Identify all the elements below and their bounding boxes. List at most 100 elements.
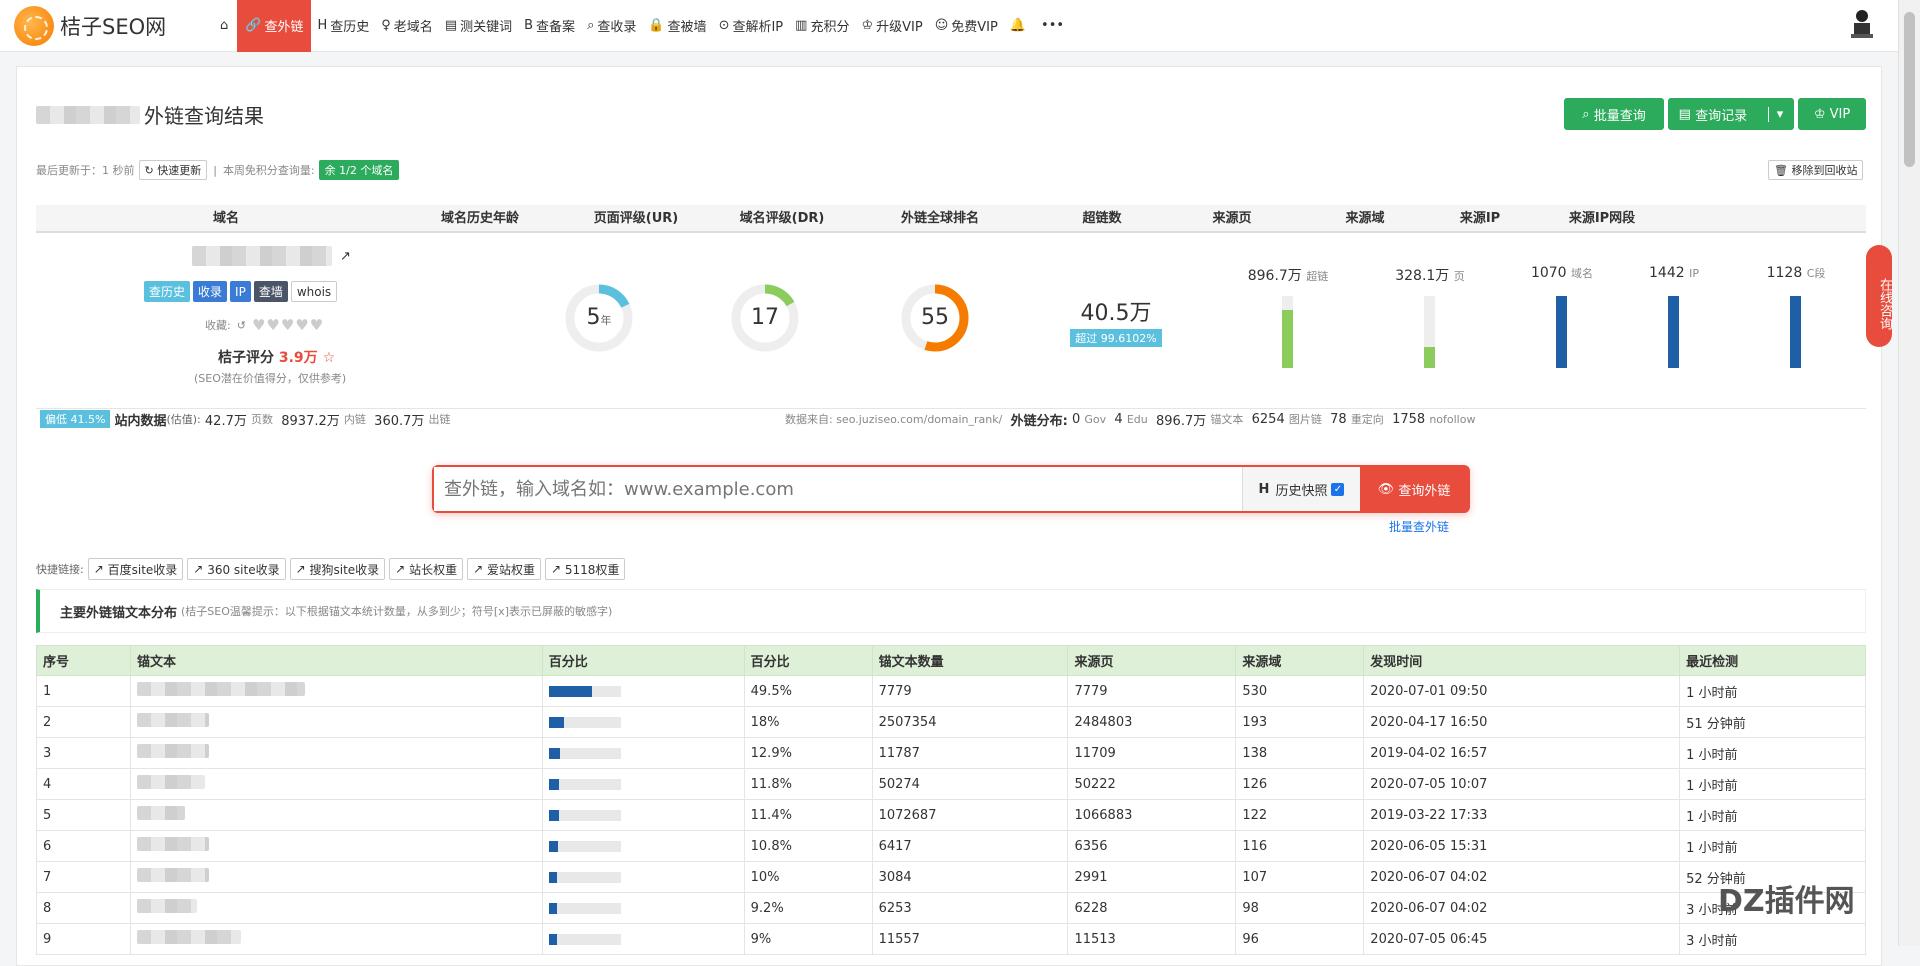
percent-bar	[548, 902, 621, 914]
tag-4[interactable]: whois	[290, 281, 338, 302]
nav-icon: ☺	[934, 18, 949, 33]
link-stat-3: 1442 IP	[1649, 265, 1699, 281]
col-header-0: 序号	[36, 645, 131, 676]
stats-col-1: 域名历史年龄	[440, 211, 519, 226]
nav-icon: B	[524, 18, 534, 33]
nav-item-12[interactable]: 🔔	[1004, 0, 1035, 52]
nav-item-13[interactable]: •••	[1035, 0, 1073, 52]
link-bar-2	[1556, 296, 1567, 368]
blurred-anchor-text	[136, 806, 185, 820]
free-quota-badge: 余 1/2 个域名	[318, 160, 400, 180]
recycle-button[interactable]: 🗑 移除到回收站	[1768, 160, 1864, 180]
nav-icon: ▥	[795, 18, 808, 33]
quick-link-2[interactable]: ↗ 搜狗site收录	[289, 558, 386, 580]
batch-link[interactable]: 批量查外链	[1389, 518, 1449, 535]
nav-item-9[interactable]: ▥ 充积分	[789, 0, 855, 52]
blurred-anchor-text	[136, 899, 197, 913]
quick-link-5[interactable]: ↗ 5118权重	[544, 558, 626, 580]
refresh-button[interactable]: ↻ 快速更新	[138, 160, 208, 180]
table-row: 2 18% 2507354 2484803 193 2020-04-17 16:50 51 …	[36, 706, 1866, 738]
external-link-icon: ↗	[473, 562, 484, 576]
nav-icon: ♀	[381, 18, 391, 33]
nav-item-7[interactable]: 🔒 查被墙	[642, 0, 712, 52]
stats-col-9: 来源IP网段	[1568, 211, 1636, 226]
query-links-button[interactable]: 👁 查询外链	[1360, 467, 1468, 511]
stats-col-2: 页面评级(UR)	[593, 211, 679, 226]
link-stat-0: 896.7万 超链	[1247, 268, 1329, 284]
online-consult-button[interactable]: 在线咨询	[1866, 245, 1892, 347]
external-link-icon: ↗	[93, 562, 104, 576]
percent-bar	[548, 871, 621, 883]
col-header-3: 百分比	[743, 645, 873, 676]
link-bar-0	[1282, 296, 1293, 368]
quick-link-1[interactable]: ↗ 360 site收录	[187, 558, 286, 580]
stats-col-4: 外链全球排名	[900, 211, 979, 226]
scrollbar[interactable]	[1898, 0, 1920, 946]
table-row: 8 9.2% 6253 6228 98 2020-06-07 04:02 3 小时前	[36, 892, 1866, 924]
col-header-1: 锚文本	[129, 645, 543, 676]
tag-3[interactable]: 查墙	[253, 281, 288, 302]
external-link-icon: ↗	[295, 562, 306, 576]
update-meta: 最后更新于：1 秒前 ↻ 快速更新 | 本周免积分查询量: 余 1/2 个域名	[36, 160, 400, 180]
tag-1[interactable]: 收录	[193, 281, 228, 302]
stats-col-3: 域名评级(DR)	[739, 211, 825, 226]
nav-items: ⌂ 🔗 查外链 H 查历史 ♀ 老域名 ▤ 测关键词 B 查备案 ⌕ 查收录 🔒 查被墙 ⊙ 查解析IP ▥ 充积分…	[214, 0, 1073, 52]
nav-item-0[interactable]: ⌂	[214, 0, 237, 52]
nav-icon: ⌕	[587, 18, 595, 33]
col-header-7: 发现时间	[1363, 645, 1681, 676]
watermark: DZ插件网	[1718, 884, 1855, 919]
anchor-table: 序号 锚文本 百分比 百分比 锚文本数量 来源页 来源域 发现时间 最近检测 1 49.5% 777…	[36, 645, 1866, 955]
quick-link-3[interactable]: ↗ 站长权重	[389, 558, 464, 580]
heart-icons[interactable]: ♥♥♥♥♥	[252, 316, 324, 334]
percent-bar	[548, 840, 621, 852]
nav-icon: H	[317, 18, 328, 33]
history-snapshot-toggle[interactable]: H 历史快照 ✓	[1242, 467, 1360, 511]
nav-item-3[interactable]: ♀ 老域名	[375, 0, 439, 52]
blurred-anchor-text	[136, 713, 209, 727]
percent-bar	[548, 685, 621, 697]
user-avatar-icon[interactable]	[1848, 8, 1876, 44]
blurred-anchor-text	[136, 775, 205, 789]
batch-query-button[interactable]: ⌕ 批量查询	[1564, 98, 1664, 130]
age-value: 5年	[586, 305, 612, 330]
tag-2[interactable]: IP	[230, 281, 251, 302]
percent-bar	[548, 809, 621, 821]
dr-value: 55	[921, 305, 949, 330]
orange-logo-icon	[14, 5, 54, 46]
table-row: 1 49.5% 7779 7779 530 2020-07-01 09:50 1 小时前	[36, 675, 1866, 707]
nav-icon: ♔	[861, 18, 874, 33]
col-header-6: 来源域	[1235, 645, 1365, 676]
checkbox-icon: ✓	[1331, 482, 1345, 496]
logo-text: 桔子SEO网	[60, 14, 167, 39]
search-input[interactable]	[434, 467, 1242, 511]
table-row: 7 10% 3084 2991 107 2020-06-07 04:02 52 分钟前	[36, 861, 1866, 893]
quick-link-4[interactable]: ↗ 爱站权重	[467, 558, 541, 580]
nav-item-5[interactable]: B 查备案	[518, 0, 581, 52]
site-logo[interactable]: 桔子SEO网	[14, 5, 214, 46]
table-row: 4 11.8% 50274 50222 126 2020-07-05 10:07 1 小时前	[36, 768, 1866, 800]
nav-item-2[interactable]: H 查历史	[311, 0, 375, 52]
stats-col-8: 来源IP	[1459, 211, 1501, 226]
tag-0[interactable]: 查历史	[144, 281, 191, 302]
quick-links: 快捷链接: ↗ 百度site收录 ↗ 360 site收录 ↗ 搜狗site收录 ↗ 站…	[36, 558, 626, 580]
nav-item-1[interactable]: 🔗 查外链	[237, 0, 312, 52]
link-bar-3	[1668, 296, 1679, 368]
quick-link-0[interactable]: ↗ 百度site收录	[87, 558, 184, 580]
global-rank: 40.5万 超过 99.6102%	[1066, 295, 1166, 347]
nav-icon: 🔔	[1009, 18, 1027, 33]
nav-item-8[interactable]: ⊙ 查解析IP	[713, 0, 790, 52]
nav-icon: ⌂	[220, 18, 229, 33]
external-link-icon: ↗	[193, 562, 204, 576]
external-link-icon[interactable]: ↗	[340, 249, 351, 264]
query-history-button[interactable]: ▤ 查询记录 ▾	[1668, 98, 1794, 130]
col-header-4: 锚文本数量	[871, 645, 1069, 676]
blurred-anchor-text	[136, 837, 209, 851]
nav-item-11[interactable]: ☺ 免费VIP	[929, 0, 1004, 52]
chevron-down-icon: ▾	[1767, 106, 1783, 122]
score-note: (SEO潜在价值得分，仅供参考)	[194, 372, 347, 385]
nav-item-10[interactable]: ♔ 升级VIP	[855, 0, 928, 52]
vip-button[interactable]: ♔ VIP	[1798, 98, 1866, 130]
rank-badge: 超过 99.6102%	[1070, 329, 1162, 347]
nav-item-6[interactable]: ⌕ 查收录	[581, 0, 642, 52]
nav-item-4[interactable]: ▤ 测关键词	[439, 0, 518, 52]
